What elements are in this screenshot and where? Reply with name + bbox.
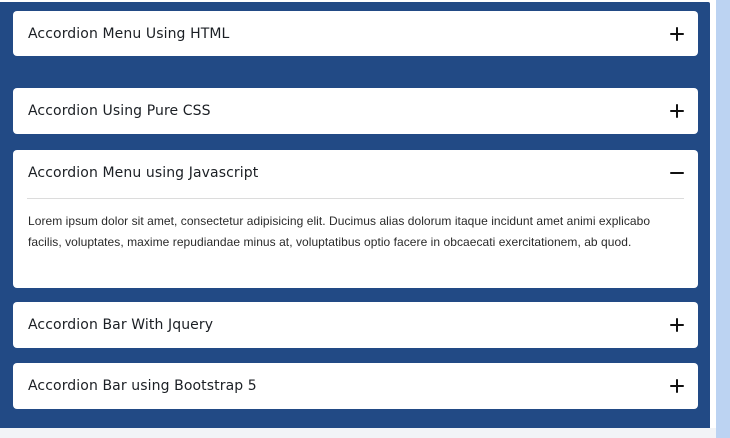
- plus-icon[interactable]: [670, 379, 684, 393]
- accordion-title: Accordion Menu using Javascript: [28, 165, 259, 181]
- accordion-header[interactable]: Accordion Bar using Bootstrap 5: [13, 363, 698, 409]
- accordion-item-jquery[interactable]: Accordion Bar With Jquery: [13, 302, 698, 348]
- accordion-item-pure-css[interactable]: Accordion Using Pure CSS: [13, 88, 698, 134]
- accordion-title: Accordion Bar With Jquery: [28, 317, 214, 333]
- minus-icon[interactable]: [670, 166, 684, 180]
- bottom-background-strip: [0, 428, 716, 438]
- accordion-header[interactable]: Accordion Bar With Jquery: [13, 302, 698, 348]
- plus-icon[interactable]: [670, 26, 684, 41]
- accordion-panel: Accordion Menu Using HTML Accordion Usin…: [0, 2, 710, 428]
- plus-icon[interactable]: [670, 318, 684, 332]
- header-divider: [27, 198, 684, 199]
- accordion-content: Lorem ipsum dolor sit amet, consectetur …: [28, 214, 651, 249]
- accordion-item-bootstrap[interactable]: Accordion Bar using Bootstrap 5: [13, 363, 698, 409]
- page: Accordion Menu Using HTML Accordion Usin…: [0, 0, 730, 438]
- side-background-strip: [716, 0, 730, 438]
- accordion-title: Accordion Using Pure CSS: [28, 103, 211, 119]
- accordion-header[interactable]: Accordion Menu using Javascript: [13, 150, 698, 196]
- accordion-header[interactable]: Accordion Menu Using HTML: [13, 11, 698, 56]
- accordion-item-javascript[interactable]: Accordion Menu using Javascript Lorem ip…: [13, 150, 698, 288]
- accordion-item-html[interactable]: Accordion Menu Using HTML: [13, 11, 698, 56]
- accordion-title: Accordion Menu Using HTML: [28, 25, 230, 42]
- accordion-title: Accordion Bar using Bootstrap 5: [28, 378, 257, 394]
- plus-icon[interactable]: [670, 104, 684, 118]
- accordion-header[interactable]: Accordion Using Pure CSS: [13, 88, 698, 134]
